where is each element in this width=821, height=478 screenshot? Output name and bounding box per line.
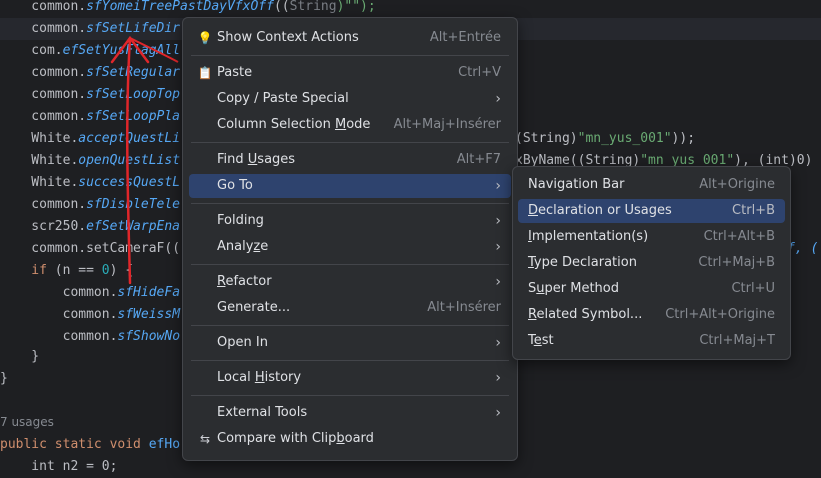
local-history-item[interactable]: Local History ›: [189, 366, 511, 390]
refactor-item[interactable]: Refactor ›: [189, 270, 511, 294]
navigation-bar-item[interactable]: Navigation Bar Alt+Origine: [518, 173, 785, 197]
chevron-right-icon: ›: [495, 335, 501, 351]
context-menu: 💡 Show Context Actions Alt+Entrée 📋 Past…: [182, 17, 518, 461]
implementations-item[interactable]: Implementation(s) Ctrl+Alt+B: [518, 225, 785, 249]
chevron-right-icon: ›: [495, 405, 501, 421]
menu-separator: [191, 264, 509, 265]
menu-separator: [191, 203, 509, 204]
menu-separator: [191, 395, 509, 396]
declaration-or-usages-item[interactable]: Declaration or Usages Ctrl+B: [518, 199, 785, 223]
lightbulb-icon: 💡: [197, 31, 213, 45]
compare-icon: ⇆: [199, 432, 211, 446]
super-method-item[interactable]: Super Method Ctrl+U: [518, 277, 785, 301]
generate-item[interactable]: Generate... Alt+Insérer: [189, 296, 511, 320]
show-context-actions-item[interactable]: 💡 Show Context Actions Alt+Entrée: [189, 26, 511, 50]
clipboard-icon: 📋: [197, 66, 213, 80]
chevron-right-icon: ›: [495, 370, 501, 386]
type-declaration-item[interactable]: Type Declaration Ctrl+Maj+B: [518, 251, 785, 275]
menu-separator: [191, 360, 509, 361]
find-usages-item[interactable]: Find Usages Alt+F7: [189, 148, 511, 172]
paste-item[interactable]: 📋 Paste Ctrl+V: [189, 61, 511, 85]
related-symbol-item[interactable]: Related Symbol... Ctrl+Alt+Origine: [518, 303, 785, 327]
go-to-item[interactable]: Go To ›: [189, 174, 511, 198]
menu-separator: [191, 325, 509, 326]
chevron-right-icon: ›: [495, 213, 501, 229]
copy-paste-special-item[interactable]: Copy / Paste Special ›: [189, 87, 511, 111]
compare-clipboard-item[interactable]: ⇆ Compare with Clipboard: [189, 427, 511, 451]
chevron-right-icon: ›: [495, 274, 501, 290]
menu-separator: [191, 55, 509, 56]
chevron-right-icon: ›: [495, 239, 501, 255]
goto-submenu: Navigation Bar Alt+Origine Declaration o…: [512, 166, 791, 360]
test-item[interactable]: Test Ctrl+Maj+T: [518, 329, 785, 353]
menu-separator: [191, 142, 509, 143]
chevron-right-icon: ›: [495, 178, 501, 194]
open-in-item[interactable]: Open In ›: [189, 331, 511, 355]
folding-item[interactable]: Folding ›: [189, 209, 511, 233]
column-selection-mode-item[interactable]: Column Selection Mode Alt+Maj+Insérer: [189, 113, 511, 137]
chevron-right-icon: ›: [495, 91, 501, 107]
external-tools-item[interactable]: External Tools ›: [189, 401, 511, 425]
analyze-item[interactable]: Analyze ›: [189, 235, 511, 259]
